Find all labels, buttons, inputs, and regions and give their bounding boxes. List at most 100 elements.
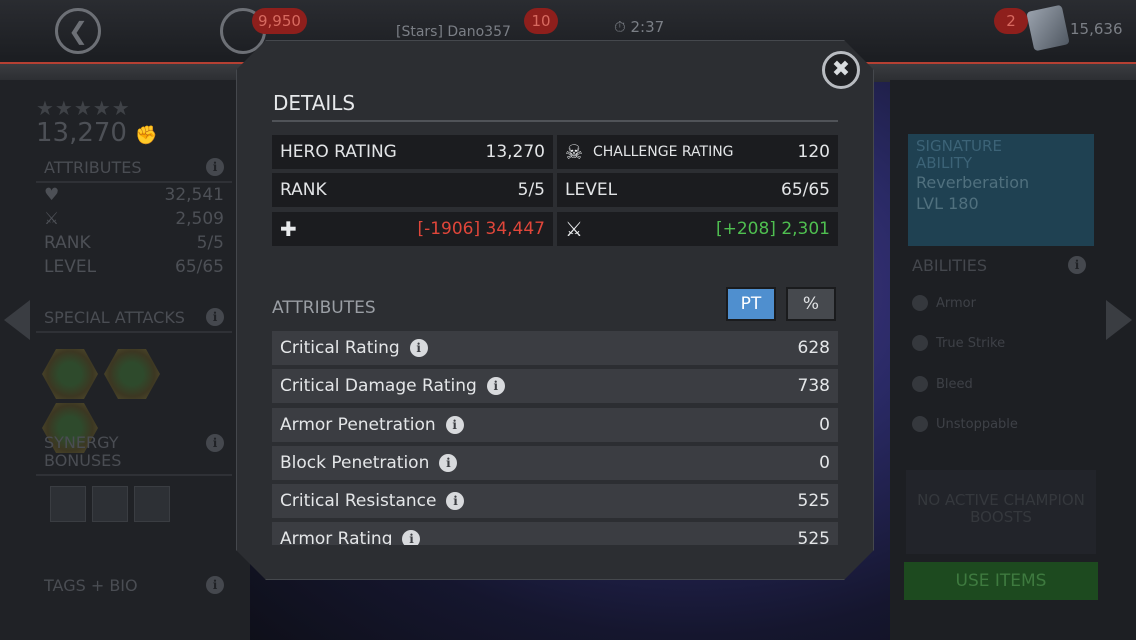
synergy-1-icon[interactable]: [50, 486, 86, 522]
hero-rating-cell: HERO RATING 13,270: [272, 135, 553, 169]
previous-champion-arrow-icon[interactable]: [4, 300, 30, 340]
shield-icon: [912, 295, 928, 311]
rank-value: 5/5: [196, 233, 224, 253]
attribute-row: Critical Resistance i 525: [272, 484, 838, 519]
signature-ability-card[interactable]: SIGNATURE ABILITY Reverberation LVL 180: [908, 134, 1094, 246]
level-cell: LEVEL 65/65: [557, 173, 838, 207]
eye-icon: [912, 335, 928, 351]
hero-rating-value: 13,270: [36, 118, 127, 148]
chevron-left-icon: ❮: [67, 17, 89, 45]
attribute-name: Critical Resistance: [280, 491, 437, 512]
rank-cell: RANK 5/5: [272, 173, 553, 207]
attack-value: 2,301: [781, 219, 830, 239]
ability-item: Unstoppable: [912, 416, 1018, 432]
health-delta: [-1906]: [417, 219, 481, 239]
attribute-row: Armor Rating i 525: [272, 522, 838, 545]
next-champion-arrow-icon[interactable]: [1106, 300, 1132, 340]
attributes-section: ATTRIBUTES i ♥ 32,541 ⚔ 2,509 RANK 5/5 LEVEL…: [36, 154, 232, 279]
attributes-label: ATTRIBUTES: [272, 298, 376, 318]
crossed-swords-icon: ⚔: [565, 217, 583, 241]
tags-bio-section[interactable]: TAGS + BIO i: [36, 572, 232, 599]
synergy-header: SYNERGY BONUSES: [44, 433, 122, 470]
skull-icon: ☠: [565, 140, 583, 164]
level-label: LEVEL: [565, 180, 618, 200]
timer-icon: ⏱: [614, 18, 626, 36]
info-icon[interactable]: i: [1068, 256, 1086, 274]
champion-summary: ★★★★★ 13,270 ✊: [36, 96, 234, 148]
ability-item: Bleed: [912, 376, 973, 392]
challenge-rating-label: CHALLENGE RATING: [592, 144, 734, 160]
hero-rating-value: 13,270: [485, 142, 545, 162]
attribute-name: Critical Rating: [280, 338, 400, 358]
info-icon[interactable]: i: [206, 308, 224, 326]
rank-label: RANK: [44, 233, 91, 253]
health-value: 34,447: [485, 219, 545, 239]
points-toggle-button[interactable]: PT: [726, 287, 776, 321]
special-attacks-header: SPECIAL ATTACKS: [44, 308, 185, 327]
attribute-value: 738: [797, 376, 830, 397]
close-button[interactable]: ✖: [822, 51, 860, 89]
health-value: 32,541: [164, 185, 224, 205]
close-icon: ✖: [831, 57, 851, 82]
challenge-rating-cell: ☠ CHALLENGE RATING 120: [557, 135, 838, 169]
signature-level: LVL 180: [916, 194, 979, 213]
units-badge: 9,950: [252, 8, 307, 34]
info-icon[interactable]: i: [206, 158, 224, 176]
info-icon[interactable]: i: [486, 377, 505, 396]
info-icon[interactable]: i: [402, 530, 421, 545]
attribute-name: Critical Damage Rating: [280, 376, 477, 397]
title-divider: [272, 120, 838, 122]
rank-value: 5/5: [517, 180, 545, 200]
attack-value: 2,509: [175, 209, 224, 229]
synergy-section: SYNERGY BONUSES i: [36, 430, 232, 536]
info-icon[interactable]: i: [445, 415, 464, 434]
signature-title: SIGNATURE ABILITY: [916, 137, 1002, 172]
attribute-name: Armor Rating: [280, 529, 393, 545]
attack-cell: ⚔ [+208] 2,301: [557, 212, 838, 246]
use-items-button[interactable]: USE ITEMS: [904, 562, 1098, 600]
special-attack-2-icon[interactable]: [104, 349, 160, 399]
signature-name: Reverberation: [916, 173, 1030, 192]
attribute-row: Critical Rating i 628: [272, 331, 838, 365]
ability-item: Armor: [912, 295, 976, 311]
attribute-value: 0: [819, 414, 830, 435]
synergy-2-icon[interactable]: [92, 486, 128, 522]
abilities-header: ABILITIES: [912, 256, 988, 275]
rank-label: RANK: [280, 180, 327, 200]
info-icon[interactable]: i: [439, 453, 458, 472]
champion-boosts-box: NO ACTIVE CHAMPION BOOSTS: [906, 470, 1096, 554]
crystal-icon[interactable]: [1026, 4, 1070, 52]
tags-bio-header: TAGS + BIO: [44, 576, 138, 595]
attribute-row: Critical Damage Rating i 738: [272, 369, 838, 404]
info-icon[interactable]: i: [446, 492, 465, 511]
player-name: [Stars] Dano357: [396, 24, 511, 40]
hero-rating-label: HERO RATING: [280, 142, 397, 162]
attribute-name: Armor Penetration: [280, 414, 436, 435]
info-icon[interactable]: i: [206, 576, 224, 594]
blood-drop-icon: [912, 376, 928, 392]
attribute-value: 628: [797, 338, 830, 358]
level-label: LEVEL: [44, 257, 97, 277]
notification-badge: 2: [994, 8, 1028, 34]
heart-plus-icon: ✚: [280, 217, 297, 241]
unstoppable-icon: [912, 416, 928, 432]
attack-delta: [+208]: [715, 219, 776, 239]
back-button[interactable]: ❮: [55, 8, 101, 54]
percent-toggle-button[interactable]: %: [786, 287, 836, 321]
attribute-row: Block Penetration i 0: [272, 445, 838, 480]
synergy-3-icon[interactable]: [134, 486, 170, 522]
crystal-count: 15,636: [1070, 20, 1123, 38]
attributes-list[interactable]: Critical Rating i 628 Critical Damage Rat…: [272, 331, 838, 545]
attribute-value: 525: [797, 529, 830, 545]
attribute-value: 0: [819, 452, 830, 473]
info-icon[interactable]: i: [206, 434, 224, 452]
info-icon[interactable]: i: [409, 339, 428, 357]
challenge-rating-value: 120: [797, 142, 830, 162]
special-attack-1-icon[interactable]: [42, 349, 98, 399]
attribute-row: Armor Penetration i 0: [272, 407, 838, 442]
health-cell: ✚ [-1906] 34,447: [272, 212, 553, 246]
fist-icon: ✊: [135, 125, 158, 146]
timer-text: 2:37: [630, 18, 665, 36]
attributes-header: ATTRIBUTES: [44, 158, 142, 177]
level-value: 65/65: [175, 257, 224, 277]
